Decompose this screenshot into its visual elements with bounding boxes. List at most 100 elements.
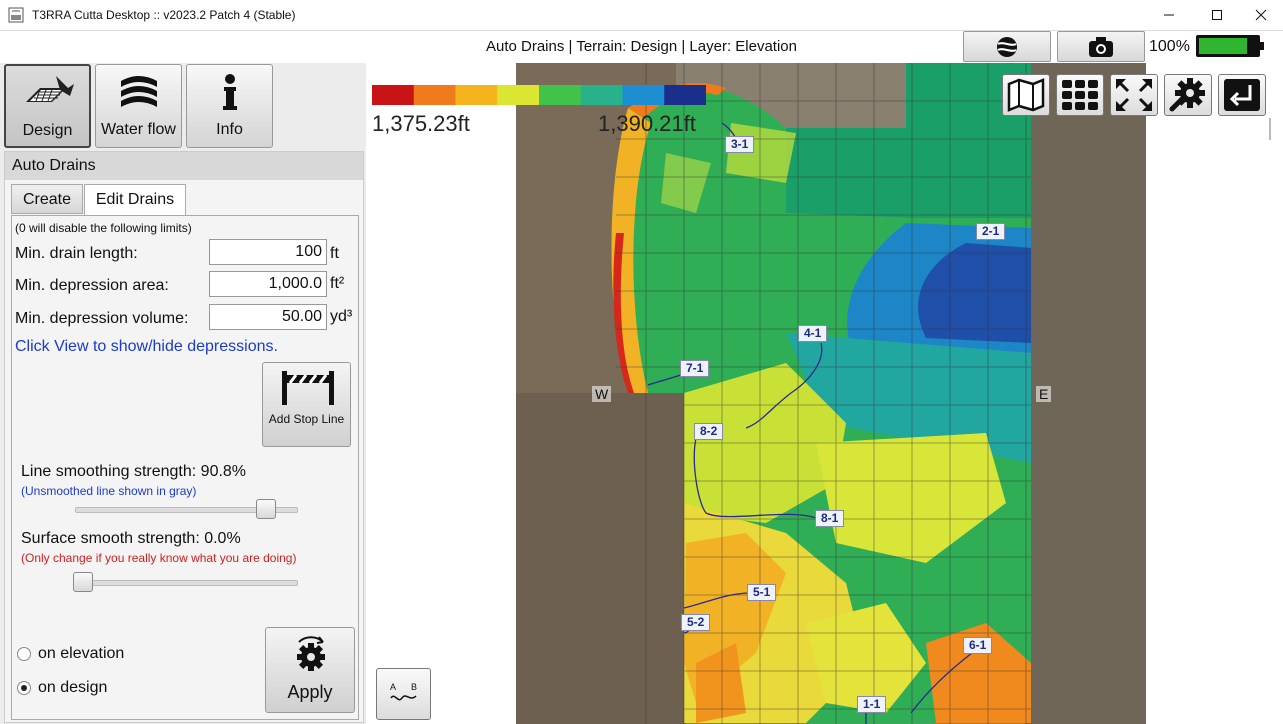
settings-icon (1169, 78, 1205, 112)
add-stop-line-label: Add Stop Line (268, 412, 345, 426)
profile-ab-icon: AB (390, 682, 417, 701)
compass-east: E (1036, 386, 1052, 402)
drain-label[interactable]: 8-1 (815, 510, 845, 527)
min-drain-length-unit: ft (330, 245, 339, 262)
fullscreen-button[interactable] (1110, 74, 1158, 116)
legend-min: 1,375.23ft (372, 111, 470, 136)
min-depression-area-label: Min. depression area: (15, 277, 169, 294)
auto-drains-panel: Auto Drains Create Edit Drains (0 will d… (4, 151, 364, 723)
min-drain-length-input[interactable]: 100 (209, 239, 327, 265)
drain-label[interactable]: 5-2 (681, 614, 711, 631)
view-depressions-link[interactable]: Click View to show/hide depressions. (15, 338, 278, 356)
gps-button[interactable] (963, 31, 1051, 62)
status-header: Auto Drains | Terrain: Design | Layer: E… (0, 31, 1283, 63)
apply-label: Apply (287, 682, 333, 702)
water-waves-icon (120, 76, 157, 107)
min-depression-volume-input[interactable]: 50.00 (209, 304, 327, 330)
legend-band (664, 85, 706, 105)
minimize-button[interactable] (1146, 0, 1192, 30)
svg-text:A: A (390, 682, 396, 692)
svg-text:B: B (411, 682, 417, 692)
legend-band (539, 85, 582, 105)
fullscreen-icon (1116, 79, 1152, 111)
close-icon (1255, 9, 1267, 21)
gps-globe-icon (997, 36, 1017, 57)
legend-max: 1,390.21ft (598, 111, 696, 136)
mode-design-button[interactable]: Design (4, 64, 91, 148)
maximize-button[interactable] (1194, 0, 1240, 30)
drain-label[interactable]: 3-1 (725, 136, 755, 153)
apply-button[interactable]: Apply (265, 627, 355, 713)
legend-band (580, 85, 624, 105)
tab-create[interactable]: Create (11, 184, 83, 214)
battery-indicator (1196, 35, 1264, 57)
exit-button[interactable] (1218, 74, 1266, 116)
camera-icon (1089, 36, 1113, 57)
close-button[interactable] (1238, 0, 1283, 30)
tab-edit-drains[interactable]: Edit Drains (84, 184, 186, 216)
legend-band (455, 85, 499, 105)
limits-note: (0 will disable the following limits) (15, 221, 192, 235)
app-icon (8, 7, 24, 23)
line-smoothing-label: Line smoothing strength: 90.8% (21, 463, 247, 480)
grid-button[interactable] (1056, 74, 1104, 116)
drain-label[interactable]: 4-1 (798, 325, 828, 342)
info-icon (222, 74, 237, 110)
surface-smoothing-label: Surface smooth strength: 0.0% (21, 530, 241, 547)
drain-label[interactable]: 7-1 (680, 360, 710, 377)
on-design-radio[interactable] (17, 681, 31, 695)
map-icon (1007, 78, 1045, 112)
on-elevation-label: on elevation (38, 645, 125, 662)
min-depression-area-input[interactable]: 1,000.0 (209, 271, 327, 297)
minimize-icon (1164, 14, 1174, 16)
line-smoothing-thumb[interactable] (255, 499, 276, 519)
mode-info-label: Info (216, 121, 243, 138)
scrollbar[interactable] (1269, 118, 1271, 140)
drain-label[interactable]: 1-1 (857, 696, 887, 713)
add-stop-line-button[interactable]: Add Stop Line (262, 362, 351, 447)
legend-band (413, 85, 457, 105)
min-depression-area-unit: ft² (330, 275, 345, 292)
surface-smoothing-thumb[interactable] (73, 572, 93, 592)
mode-design-label: Design (22, 122, 73, 139)
battery-fill (1199, 38, 1247, 54)
maximize-icon (1212, 10, 1222, 20)
on-elevation-radio[interactable] (17, 647, 31, 661)
drain-label[interactable]: 6-1 (963, 637, 993, 654)
drain-label[interactable]: 5-1 (747, 584, 777, 601)
battery-cap (1260, 42, 1264, 50)
window-titlebar: T3RRA Cutta Desktop :: v2023.2 Patch 4 (… (0, 0, 1283, 31)
legend-band (372, 85, 415, 105)
on-design-label: on design (38, 679, 108, 696)
settings-button[interactable] (1164, 74, 1212, 116)
barrier-icon (282, 371, 334, 405)
compass-west: W (592, 386, 612, 402)
legend-band (622, 85, 666, 105)
drain-label[interactable]: 2-1 (976, 223, 1006, 240)
terrain-map[interactable] (366, 63, 1283, 724)
tab-content: (0 will disable the following limits) Mi… (11, 215, 359, 720)
min-drain-length-label: Min. drain length: (15, 245, 138, 262)
gear-apply-icon (297, 636, 325, 671)
surface-smoothing-note: (Only change if you really know what you… (21, 551, 297, 565)
mode-water-flow-button[interactable]: Water flow (95, 64, 182, 148)
aerial-field-sw (516, 393, 686, 724)
zoom-percent: 100% (1149, 38, 1190, 55)
min-depression-volume-unit: yd³ (330, 308, 353, 325)
min-depression-volume-label: Min. depression volume: (15, 310, 189, 327)
map-layers-button[interactable] (1002, 74, 1050, 116)
window-title: T3RRA Cutta Desktop :: v2023.2 Patch 4 (… (32, 8, 296, 22)
exit-icon (1224, 79, 1260, 111)
mode-info-button[interactable]: Info (186, 64, 273, 148)
surface-smoothing-slider[interactable] (75, 580, 298, 586)
profile-ab-button[interactable]: AB (376, 668, 431, 720)
line-smoothing-note: (Unsmoothed line shown in gray) (21, 484, 197, 498)
drain-label[interactable]: 8-2 (694, 423, 724, 440)
left-sidebar: Design Water flow Info Auto Drains Creat… (0, 63, 367, 724)
panel-title: Auto Drains (5, 152, 363, 180)
tractor-tablet-icon (25, 76, 74, 102)
screenshot-button[interactable] (1057, 31, 1145, 62)
map-view[interactable]: 1,375.23ft 1,390.21ft 3-1 2-1 4-1 7-1 8-… (366, 63, 1283, 724)
legend-band (497, 85, 540, 105)
elevation-legend (372, 85, 706, 105)
